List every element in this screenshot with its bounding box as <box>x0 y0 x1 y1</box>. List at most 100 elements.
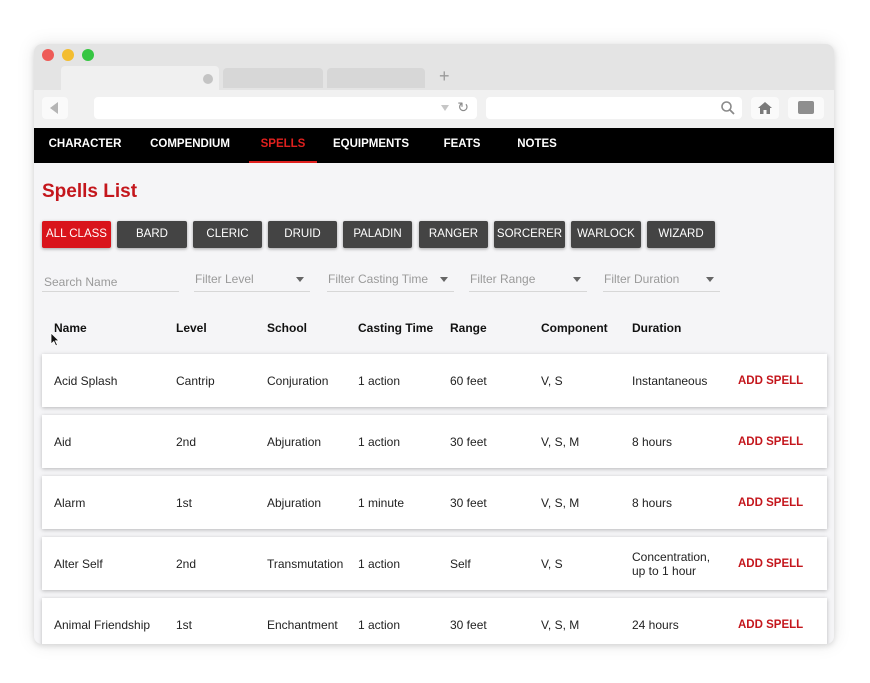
class-filter-bard[interactable]: BARD <box>117 221 187 248</box>
cell-range: 60 feet <box>450 373 487 388</box>
cell-range: Self <box>450 556 471 571</box>
cell-level: 1st <box>176 495 193 510</box>
cell-casting-time: 1 action <box>358 373 401 388</box>
add-spell-button[interactable]: ADD SPELL <box>738 537 803 590</box>
cell-component: V, S, M <box>541 434 580 449</box>
filter-range-select[interactable]: Filter Range <box>469 270 587 292</box>
cell-casting-time: 1 action <box>358 556 401 571</box>
class-filter-paladin[interactable]: PALADIN <box>343 221 412 248</box>
browser-search-bar[interactable] <box>486 97 742 119</box>
browser-toolbar: ↻ <box>34 90 834 128</box>
cell-name: Alter Self <box>54 556 103 571</box>
maximize-window-button[interactable] <box>82 49 94 61</box>
column-header-duration[interactable]: Duration <box>632 321 681 335</box>
cell-school: Abjuration <box>267 495 322 510</box>
mouse-cursor-icon <box>50 332 60 347</box>
chevron-down-icon[interactable] <box>441 105 449 111</box>
class-filter-sorcerer[interactable]: SORCERER <box>494 221 565 248</box>
cell-level: 2nd <box>176 434 197 449</box>
class-filter-wizard[interactable]: WIZARD <box>647 221 715 248</box>
extension-button[interactable] <box>788 97 824 119</box>
table-row: Alter Self 2nd Transmutation 1 action Self V,… <box>42 537 827 590</box>
filter-range-label: Filter Range <box>470 272 536 286</box>
column-header-school[interactable]: School <box>267 321 307 335</box>
filter-level-label: Filter Level <box>195 272 254 286</box>
cell-component: V, S, M <box>541 495 580 510</box>
cell-duration: 8 hours <box>632 434 673 449</box>
add-spell-button[interactable]: ADD SPELL <box>738 354 803 407</box>
cell-school: Conjuration <box>267 373 329 388</box>
filter-casting-time-label: Filter Casting Time <box>328 272 429 286</box>
home-button[interactable] <box>751 97 779 119</box>
column-header-casting-time[interactable]: Casting Time <box>358 321 433 335</box>
nav-equipments[interactable]: EQUIPMENTS <box>330 128 412 163</box>
close-window-button[interactable] <box>42 49 54 61</box>
cell-duration: Concentration, up to 1 hour <box>632 549 711 578</box>
cell-level: 2nd <box>176 556 197 571</box>
browser-chrome: + ↻ <box>34 44 834 128</box>
class-filter-all[interactable]: ALL CLASS <box>42 221 111 248</box>
table-row: Aid 2nd Abjuration 1 action 30 feet V, S, M 8 … <box>42 415 827 468</box>
search-icon <box>721 101 735 115</box>
cell-name: Aid <box>54 434 72 449</box>
table-row: Acid Splash Cantrip Conjuration 1 action 60 … <box>42 354 827 407</box>
tab-close-icon[interactable] <box>203 74 213 84</box>
cell-component: V, S <box>541 373 563 388</box>
filter-duration-label: Filter Duration <box>604 272 680 286</box>
nav-spells[interactable]: SPELLS <box>249 128 317 163</box>
browser-tab[interactable] <box>223 68 323 88</box>
add-spell-button[interactable]: ADD SPELL <box>738 476 803 529</box>
cell-range: 30 feet <box>450 495 487 510</box>
search-name-field[interactable] <box>42 270 179 292</box>
cell-range: 30 feet <box>450 434 487 449</box>
nav-character[interactable]: CHARACTER <box>42 128 128 163</box>
page-title: Spells List <box>42 181 138 202</box>
chevron-down-icon <box>296 277 304 282</box>
minimize-window-button[interactable] <box>62 49 74 61</box>
cell-duration: 8 hours <box>632 495 673 510</box>
reload-icon[interactable]: ↻ <box>457 99 469 116</box>
cell-name: Alarm <box>54 495 86 510</box>
back-button[interactable] <box>42 97 68 119</box>
cell-duration: Instantaneous <box>632 373 708 388</box>
cell-component: V, S, M <box>541 617 580 632</box>
home-icon <box>758 102 772 114</box>
cell-name: Acid Splash <box>54 373 118 388</box>
class-filter-ranger[interactable]: RANGER <box>419 221 488 248</box>
cell-casting-time: 1 action <box>358 434 401 449</box>
table-row: Alarm 1st Abjuration 1 minute 30 feet V, S, M… <box>42 476 827 529</box>
browser-tab-active[interactable] <box>61 66 219 90</box>
main-nav: CHARACTER COMPENDIUM SPELLS EQUIPMENTS F… <box>34 128 834 163</box>
chevron-down-icon <box>440 277 448 282</box>
cell-casting-time: 1 minute <box>358 495 405 510</box>
cell-school: Abjuration <box>267 434 322 449</box>
cell-level: 1st <box>176 617 193 632</box>
cell-school: Enchantment <box>267 617 338 632</box>
nav-notes[interactable]: NOTES <box>512 128 562 163</box>
column-header-range[interactable]: Range <box>450 321 487 335</box>
class-filter-druid[interactable]: DRUID <box>268 221 337 248</box>
cell-school: Transmutation <box>267 556 344 571</box>
add-spell-button[interactable]: ADD SPELL <box>738 598 803 644</box>
cell-casting-time: 1 action <box>358 617 401 632</box>
table-row: Animal Friendship 1st Enchantment 1 action 3… <box>42 598 827 644</box>
filter-level-select[interactable]: Filter Level <box>194 270 310 292</box>
cell-component: V, S <box>541 556 563 571</box>
add-spell-button[interactable]: ADD SPELL <box>738 415 803 468</box>
nav-compendium[interactable]: COMPENDIUM <box>144 128 236 163</box>
nav-feats[interactable]: FEATS <box>438 128 486 163</box>
chevron-down-icon <box>573 277 581 282</box>
search-input[interactable] <box>42 272 179 292</box>
new-tab-icon[interactable]: + <box>439 66 450 86</box>
browser-tab[interactable] <box>327 68 425 88</box>
chevron-down-icon <box>706 277 714 282</box>
class-filter-warlock[interactable]: WARLOCK <box>571 221 641 248</box>
column-header-component[interactable]: Component <box>541 321 608 335</box>
address-bar[interactable]: ↻ <box>94 97 477 119</box>
filter-duration-select[interactable]: Filter Duration <box>603 270 720 292</box>
cell-level: Cantrip <box>176 373 215 388</box>
class-filter-cleric[interactable]: CLERIC <box>193 221 262 248</box>
column-header-level[interactable]: Level <box>176 321 207 335</box>
filter-casting-time-select[interactable]: Filter Casting Time <box>327 270 454 292</box>
cell-duration: 24 hours <box>632 617 679 632</box>
